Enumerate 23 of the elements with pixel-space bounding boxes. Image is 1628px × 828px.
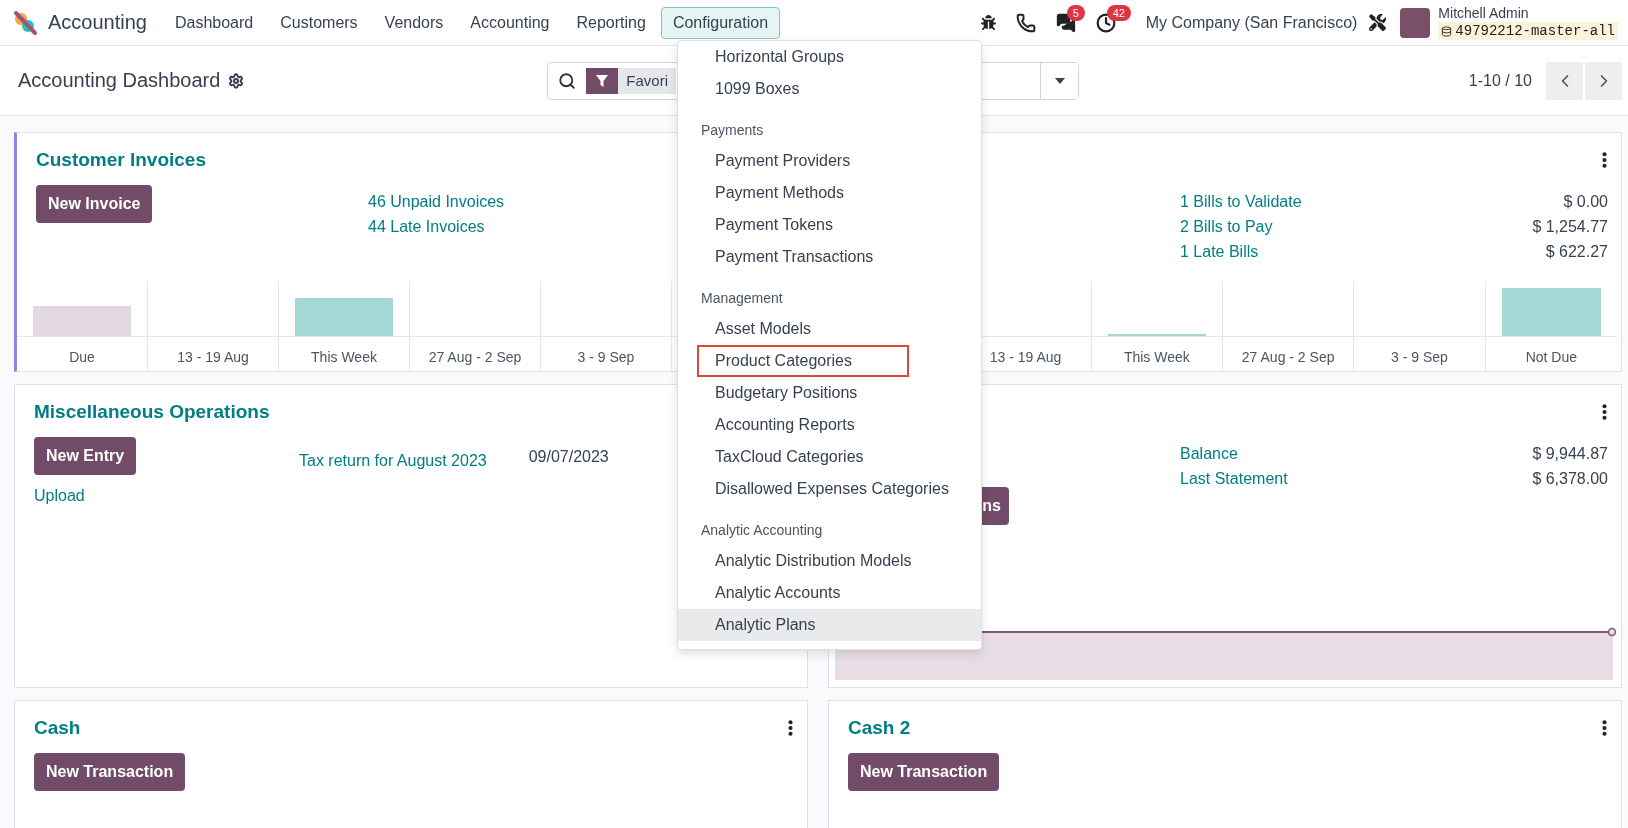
axis-label: This Week	[310, 349, 378, 365]
axis-label: Not Due	[1524, 349, 1578, 365]
axis-label: Due	[68, 349, 96, 365]
axis-label: 3 - 9 Sep	[576, 349, 636, 365]
axis-label: 13 - 19 Aug	[176, 349, 250, 365]
page-title: Accounting Dashboard	[18, 69, 221, 92]
axis-label: 27 Aug - 2 Sep	[1240, 349, 1336, 365]
axis-label: 3 - 9 Sep	[1390, 349, 1449, 365]
amount-text: $ 622.27	[1545, 242, 1608, 262]
axis-label: This Week	[1122, 349, 1191, 365]
notification-badge: 42	[1106, 4, 1131, 21]
amount-text: $ 0.00	[1563, 192, 1608, 212]
axis-label: 13 - 19 Aug	[988, 349, 1063, 365]
activity-date: 09/07/2023	[528, 448, 609, 467]
amount-text: $ 6,378.00	[1532, 469, 1608, 489]
menu-section-header: Management	[700, 289, 784, 308]
menu-section-header: Analytic Accounting	[700, 521, 824, 540]
notification-badge: 5	[1066, 4, 1085, 21]
database-label: 49792212-master-all	[1438, 22, 1618, 40]
amount-text: $ 9,944.87	[1532, 444, 1608, 464]
axis-label: 27 Aug - 2 Sep	[427, 349, 523, 365]
amount-text: $ 1,254.77	[1532, 217, 1608, 237]
menu-section-header: Payments	[700, 121, 765, 140]
